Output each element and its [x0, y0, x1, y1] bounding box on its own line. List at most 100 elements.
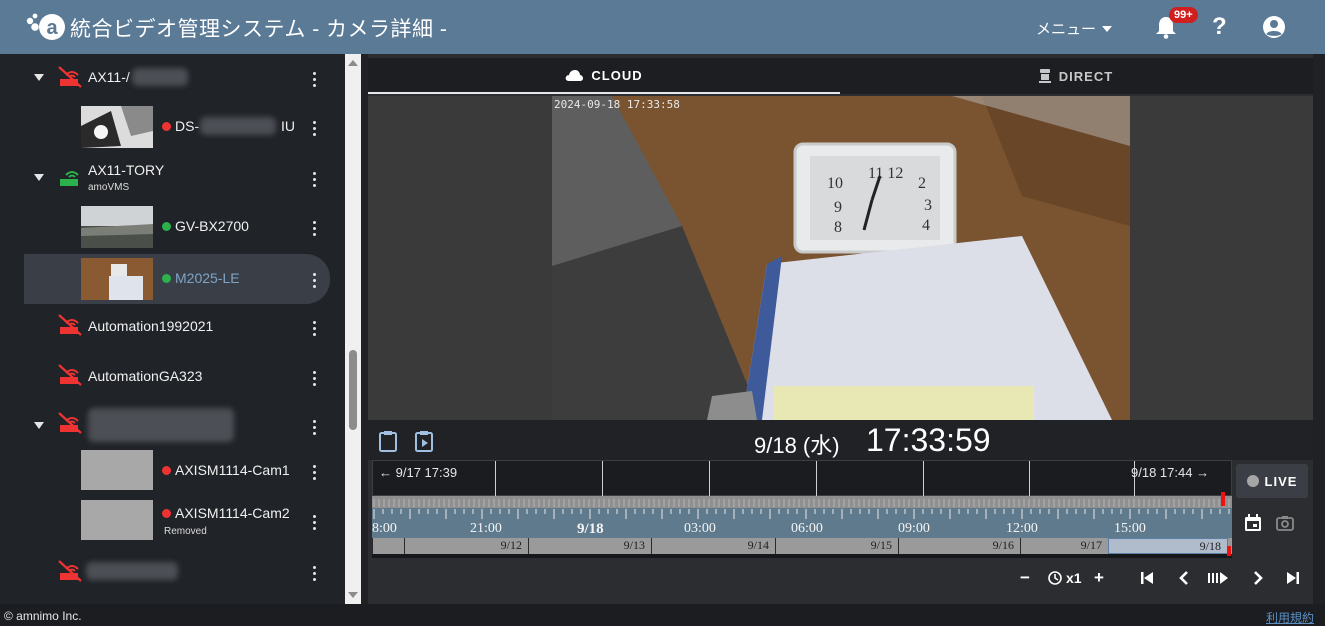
snapshot-icon[interactable] — [1276, 515, 1294, 531]
clipboard-icon[interactable] — [378, 430, 398, 452]
day-cell[interactable] — [372, 538, 404, 554]
day-cell[interactable]: 9/16 — [898, 538, 1020, 554]
playback-speed[interactable]: x1 — [1066, 570, 1082, 586]
timeline-days[interactable]: 9/12 9/13 9/14 9/15 9/16 9/17 9/18 — [372, 538, 1232, 554]
camera-video-frame[interactable]: 10 9 8 2 3 4 11 12 — [552, 96, 1130, 420]
more-options-icon[interactable] — [312, 121, 316, 137]
day-cell[interactable]: 9/13 — [528, 538, 651, 554]
copyright-text: © amnimo Inc. — [4, 609, 82, 623]
tab-label: DIRECT — [1058, 68, 1114, 84]
video-area: 10 9 8 2 3 4 11 12 2024-09-18 17:33:58 — [368, 96, 1313, 420]
timeline-hours: 8:00 21:00 9/18 03:00 06:00 09:00 12:00 … — [372, 520, 1232, 538]
tree-item-label-suffix: IU — [281, 118, 295, 134]
terms-link[interactable]: 利用規約 — [1266, 609, 1314, 626]
current-date: 9/18 (水) — [754, 433, 840, 458]
day-cell[interactable]: 9/14 — [651, 538, 775, 554]
tree-item-router[interactable]: Automation1992021 — [0, 302, 345, 352]
more-options-icon[interactable] — [312, 420, 316, 436]
range-end-label[interactable]: 9/18 17:44 → — [1131, 465, 1209, 480]
tree-item-label: AX11-/ — [88, 69, 130, 85]
hour-label: 8:00 — [372, 521, 397, 536]
zoom-out-button[interactable]: − — [1020, 568, 1030, 588]
status-offline-icon — [162, 466, 171, 475]
more-options-icon[interactable] — [312, 515, 316, 531]
tab-cloud[interactable]: CLOUD — [368, 58, 840, 94]
camera-thumbnail — [81, 106, 153, 148]
timeline-range[interactable]: ← 9/17 17:39 9/18 17:44 → — [372, 460, 1232, 497]
router-online-icon — [60, 171, 79, 186]
tree-item-router[interactable]: AX11-TORY amoVMS — [0, 154, 345, 204]
more-options-icon[interactable] — [312, 221, 316, 237]
day-cell[interactable]: 9/17 — [1020, 538, 1108, 554]
hour-label: 06:00 — [791, 521, 823, 536]
account-icon[interactable] — [1262, 15, 1286, 39]
timeline[interactable]: ← 9/17 17:39 9/18 17:44 → 8:00 21:00 9/1… — [372, 460, 1232, 558]
router-offline-icon — [58, 66, 82, 88]
live-label: LIVE — [1264, 473, 1298, 489]
more-options-icon[interactable] — [312, 273, 316, 289]
tree-item-camera[interactable]: DS- IU — [0, 102, 345, 152]
arrow-left-icon: ← — [379, 465, 392, 480]
amnimo-logo[interactable]: a — [24, 12, 66, 42]
tab-direct[interactable]: DIRECT — [840, 58, 1312, 94]
step-forward-icon[interactable] — [1252, 571, 1264, 585]
cloud-icon — [566, 70, 584, 81]
svg-text:3: 3 — [924, 197, 932, 214]
zoom-in-button[interactable]: + — [1094, 568, 1104, 588]
recording-strip[interactable] — [372, 496, 1232, 508]
hour-label: 9/18 — [577, 521, 604, 537]
hour-label: 15:00 — [1114, 521, 1146, 536]
step-back-icon[interactable] — [1178, 571, 1190, 585]
tree-item-camera[interactable]: AXISM1114-Cam1 — [0, 450, 345, 500]
tree-item-router[interactable] — [0, 552, 345, 602]
chevron-down-icon[interactable] — [34, 422, 44, 429]
skip-start-icon[interactable] — [1140, 571, 1154, 585]
live-button[interactable]: LIVE — [1236, 464, 1308, 498]
router-offline-icon — [58, 560, 82, 582]
live-indicator-icon — [1246, 475, 1259, 487]
range-end-text: 9/18 17:44 — [1131, 465, 1193, 480]
calendar-icon[interactable] — [1244, 514, 1262, 532]
scroll-up-icon[interactable] — [348, 60, 358, 66]
redacted-text — [86, 562, 178, 580]
scroll-thumb[interactable] — [349, 350, 357, 430]
day-position-marker — [1227, 546, 1231, 556]
tree-item-camera[interactable]: GV-BX2700 — [0, 202, 345, 252]
more-options-icon[interactable] — [312, 172, 316, 188]
tree-item-router[interactable] — [0, 404, 345, 454]
tree-item-router[interactable]: AX11-/ — [0, 54, 345, 104]
help-icon[interactable]: ? — [1212, 13, 1227, 41]
more-options-icon[interactable] — [312, 465, 316, 481]
status-online-icon — [162, 274, 171, 283]
more-options-icon[interactable] — [312, 566, 316, 582]
tree-item-camera[interactable]: AXISM1114-Cam2 Removed — [0, 498, 345, 548]
tree-item-router[interactable]: AutomationGA323 — [0, 354, 345, 404]
redacted-text — [200, 117, 276, 135]
skip-end-icon[interactable] — [1286, 571, 1300, 585]
redacted-text — [88, 408, 234, 442]
page-title: 統合ビデオ管理システム - カメラ詳細 - — [70, 18, 448, 41]
play-icon[interactable] — [1208, 571, 1228, 585]
svg-text:4: 4 — [922, 217, 930, 234]
redacted-text — [132, 68, 188, 86]
current-datetime-bar: 9/18 (水) 17:33:59 — [368, 420, 1313, 460]
chevron-down-icon[interactable] — [34, 74, 44, 81]
range-start-label[interactable]: ← 9/17 17:39 — [379, 465, 457, 480]
current-time: 17:33:59 — [866, 422, 991, 458]
sidebar-scrollbar[interactable] — [345, 54, 361, 604]
tree-item-camera-selected[interactable]: M2025-LE — [24, 254, 330, 304]
scroll-down-icon[interactable] — [348, 592, 358, 598]
clipboard-play-icon[interactable] — [414, 430, 434, 452]
status-offline-icon — [162, 509, 171, 518]
chevron-down-icon[interactable] — [34, 174, 44, 181]
svg-text:2: 2 — [918, 175, 926, 192]
day-cell[interactable]: 9/15 — [775, 538, 898, 554]
more-options-icon[interactable] — [312, 321, 316, 337]
more-options-icon[interactable] — [312, 371, 316, 387]
tree-item-label: AX11-TORY — [88, 162, 165, 178]
more-options-icon[interactable] — [312, 72, 316, 88]
menu-button[interactable]: メニュー — [1036, 18, 1113, 39]
day-cell-active[interactable]: 9/18 — [1108, 538, 1228, 554]
video-timestamp: 2024-09-18 17:33:58 — [554, 98, 680, 111]
day-cell[interactable]: 9/12 — [404, 538, 528, 554]
